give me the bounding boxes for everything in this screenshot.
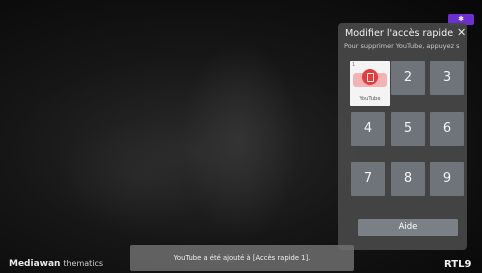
delete-icon[interactable]: [362, 69, 378, 85]
quick-access-slot-1[interactable]: 1 YouTube: [350, 61, 390, 106]
panel-title: Modifier l'accès rapide: [345, 28, 454, 39]
slot-app-label: YouTube: [359, 96, 381, 102]
channel-logo-left: Mediawan thematics: [9, 259, 103, 269]
panel-subtitle: Pour supprimer YouTube, appuyez s: [344, 42, 460, 50]
quick-access-slot-7[interactable]: 7: [351, 162, 385, 196]
help-button[interactable]: Aide: [358, 219, 458, 236]
quick-access-slot-8[interactable]: 8: [391, 162, 425, 196]
quick-access-slot-4[interactable]: 4: [351, 112, 385, 146]
slot-number: 1: [352, 62, 356, 68]
quick-access-slot-5[interactable]: 5: [391, 112, 425, 146]
quick-access-slot-6[interactable]: 6: [430, 112, 464, 146]
quick-access-slot-9[interactable]: 9: [430, 162, 464, 196]
brand-left-light: thematics: [63, 259, 104, 268]
channel-logo-right: RTL9: [444, 259, 472, 270]
quick-access-panel: Modifier l'accès rapide ✕ Pour supprimer…: [338, 23, 467, 250]
close-icon[interactable]: ✕: [457, 26, 466, 40]
toast-notification: YouTube a été ajouté à [Accès rapide 1].: [130, 245, 354, 271]
brand-left-bold: Mediawan: [9, 259, 61, 269]
quick-access-slot-3[interactable]: 3: [430, 61, 464, 95]
quick-access-slot-2[interactable]: 2: [391, 61, 425, 95]
